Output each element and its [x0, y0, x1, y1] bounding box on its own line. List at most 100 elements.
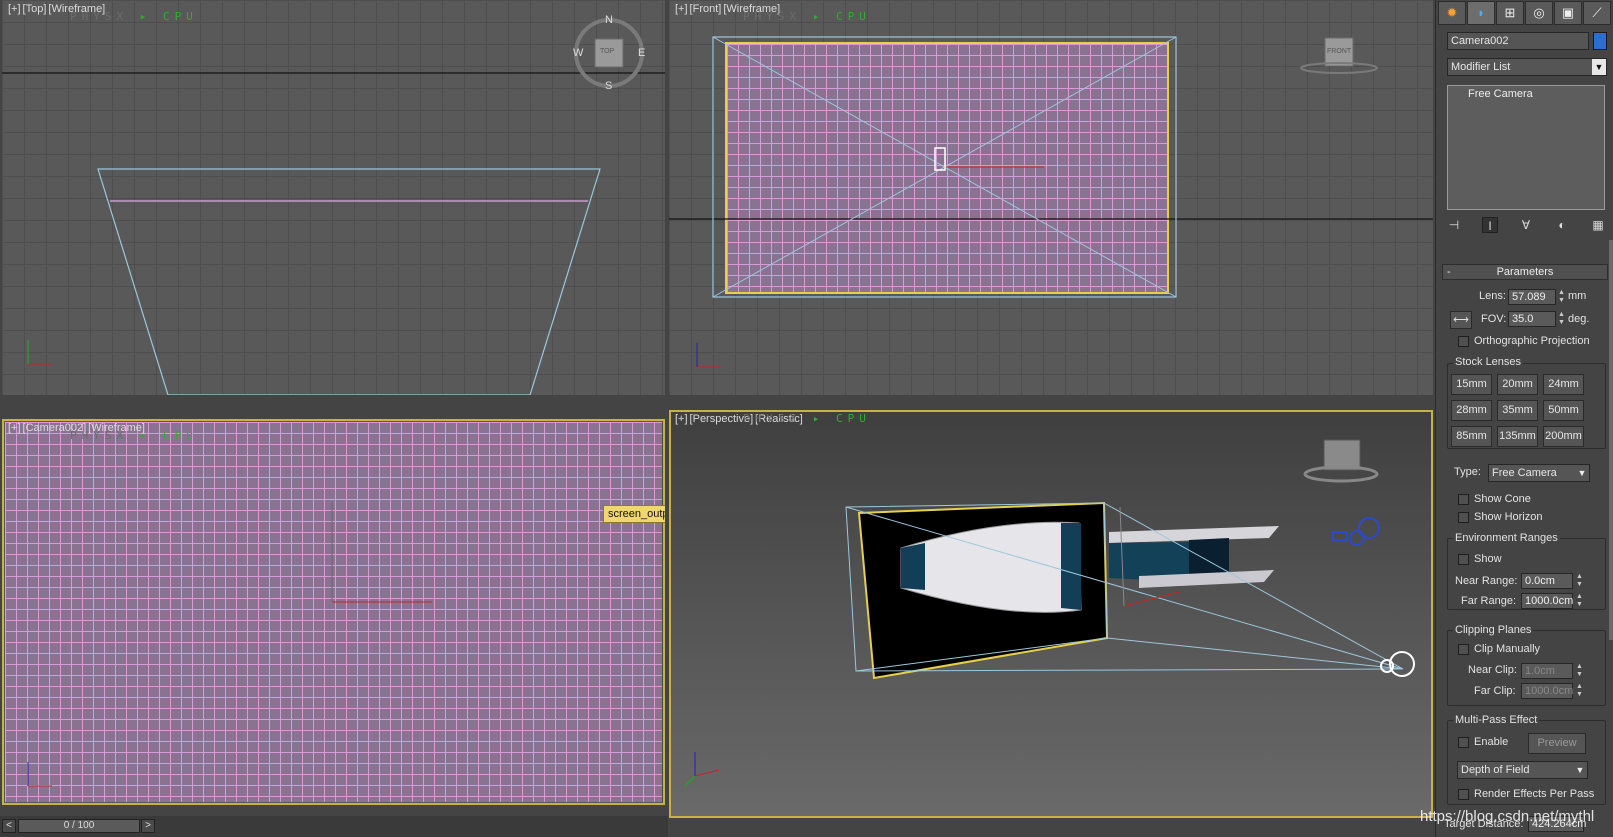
far-range-spinner-arrows[interactable]: ▲ ▼: [1575, 593, 1584, 609]
physx-label: PHYSX ▸ CPU: [70, 429, 198, 442]
render-effects-checkbox[interactable]: [1458, 789, 1469, 800]
chevron-down-icon: ▼: [1592, 59, 1606, 75]
far-clip-spinner-arrows[interactable]: ▲ ▼: [1575, 683, 1584, 699]
stock-lenses-title: Stock Lenses: [1453, 356, 1524, 368]
far-range-label: Far Range:: [1461, 595, 1517, 607]
far-clip-spinner[interactable]: 1000.0cm: [1521, 683, 1573, 699]
far-range-spinner[interactable]: 1000.0cm: [1521, 593, 1573, 609]
env-show-label: Show: [1474, 553, 1502, 565]
command-panel: ✹ ◗ ⊞ ◎ ▣ ⟋ Camera002 Modifier List ▼ Fr…: [1435, 0, 1613, 837]
clip-manually-checkbox[interactable]: [1458, 644, 1469, 655]
lens-label: Lens:: [1479, 290, 1506, 302]
parameters-rollout-header[interactable]: - Parameters: [1442, 264, 1608, 280]
near-clip-spinner[interactable]: 1.0cm: [1521, 663, 1573, 679]
configure-modifier-sets-icon[interactable]: ▦: [1590, 217, 1606, 233]
display-tab-icon[interactable]: ▣: [1554, 1, 1582, 25]
front-view-geometry: [669, 36, 1433, 368]
remove-modifier-icon[interactable]: ◐: [1554, 217, 1570, 233]
fov-spinner[interactable]: 35.0: [1508, 311, 1556, 327]
show-cone-label: Show Cone: [1474, 493, 1531, 505]
fov-label: FOV:: [1481, 313, 1507, 325]
chevron-down-icon: ▼: [1573, 762, 1587, 778]
create-tab-icon[interactable]: ✹: [1438, 1, 1466, 25]
viewport-camera[interactable]: [+] [Camera002] [Wireframe] PHYSX ▸ CPU sc…: [2, 419, 665, 805]
viewport-front[interactable]: [+] [Front] [Wireframe] PHYSX ▸ CPU FRONT: [669, 0, 1433, 395]
panel-scrollbar[interactable]: [1609, 240, 1613, 640]
time-slider[interactable]: 0 / 100: [18, 819, 140, 833]
show-horizon-label: Show Horizon: [1474, 511, 1543, 523]
multipass-enable-checkbox[interactable]: [1458, 737, 1469, 748]
clipping-planes-title: Clipping Planes: [1453, 624, 1534, 636]
perspective-view-geometry: [684, 439, 1415, 787]
pin-stack-icon[interactable]: ⊣: [1446, 217, 1462, 233]
render-effects-label: Render Effects Per Pass: [1474, 788, 1595, 800]
clip-manually-label: Clip Manually: [1474, 643, 1541, 655]
compass-s: S: [605, 80, 613, 92]
orthographic-checkbox[interactable]: [1458, 336, 1469, 347]
time-prev-button[interactable]: <: [2, 819, 16, 833]
lens-spinner-arrows[interactable]: ▲ ▼: [1557, 289, 1566, 305]
object-name-tooltip: screen_output: [603, 505, 665, 523]
lens-200mm-button[interactable]: 200mm: [1543, 426, 1584, 447]
hierarchy-tab-icon[interactable]: ⊞: [1496, 1, 1524, 25]
physx-label: PHYSX ▸ CPU: [743, 412, 871, 425]
camera-view-geometry: [27, 502, 432, 787]
top-view-geometry: [2, 18, 665, 395]
show-end-result-icon[interactable]: I: [1482, 217, 1498, 233]
lens-50mm-button[interactable]: 50mm: [1543, 400, 1584, 421]
preview-button[interactable]: Preview: [1528, 733, 1586, 754]
camera-type-dropdown[interactable]: Free Camera ▼: [1488, 464, 1590, 482]
modifier-stack[interactable]: Free Camera: [1447, 85, 1605, 210]
lens-20mm-button[interactable]: 20mm: [1497, 374, 1538, 395]
lens-135mm-button[interactable]: 135mm: [1497, 426, 1538, 447]
motion-tab-icon[interactable]: ◎: [1525, 1, 1553, 25]
near-range-spinner-arrows[interactable]: ▲ ▼: [1575, 573, 1584, 589]
time-next-button[interactable]: >: [141, 819, 155, 833]
object-color-swatch[interactable]: [1593, 32, 1607, 50]
near-clip-label: Near Clip:: [1468, 664, 1517, 676]
near-range-spinner[interactable]: 0.0cm: [1521, 573, 1573, 589]
max-workspace: [+] [Top] [Wireframe] PHYSX ▸ CPU N S E W …: [0, 0, 1613, 837]
near-range-label: Near Range:: [1455, 575, 1518, 587]
show-horizon-checkbox[interactable]: [1458, 512, 1469, 523]
lens-28mm-button[interactable]: 28mm: [1451, 400, 1492, 421]
multipass-effect-dropdown[interactable]: Depth of Field ▼: [1457, 761, 1588, 779]
object-name-field[interactable]: Camera002: [1447, 32, 1589, 50]
environment-ranges-title: Environment Ranges: [1453, 532, 1560, 544]
type-label: Type:: [1454, 466, 1481, 478]
chevron-down-icon: ▼: [1575, 465, 1589, 481]
lens-85mm-button[interactable]: 85mm: [1451, 426, 1492, 447]
command-panel-tabs: ✹ ◗ ⊞ ◎ ▣ ⟋: [1436, 0, 1613, 26]
orthographic-label: Orthographic Projection: [1474, 335, 1590, 347]
viewcube-top[interactable]: TOP: [600, 48, 614, 55]
lens-spinner[interactable]: 57.089: [1508, 289, 1556, 305]
multi-pass-title: Multi-Pass Effect: [1453, 714, 1540, 726]
lens-unit: mm: [1568, 290, 1587, 302]
fov-unit: deg.: [1568, 313, 1590, 325]
multipass-enable-label: Enable: [1474, 736, 1509, 748]
env-show-checkbox[interactable]: [1458, 554, 1469, 565]
near-clip-spinner-arrows[interactable]: ▲ ▼: [1575, 663, 1584, 679]
viewcube-front[interactable]: FRONT: [1327, 48, 1351, 55]
physx-label: PHYSX ▸ CPU: [70, 10, 198, 23]
show-cone-checkbox[interactable]: [1458, 494, 1469, 505]
compass-e: E: [638, 47, 646, 59]
fov-direction-icon[interactable]: ⟷: [1450, 311, 1472, 329]
time-slider-bar: < 0 / 100 >: [0, 816, 668, 837]
physx-label: PHYSX ▸ CPU: [743, 10, 871, 23]
modify-tab-icon[interactable]: ◗: [1467, 1, 1495, 25]
make-unique-icon[interactable]: ∀: [1518, 217, 1534, 233]
lens-35mm-button[interactable]: 35mm: [1497, 400, 1538, 421]
utilities-tab-icon[interactable]: ⟋: [1583, 1, 1611, 25]
stack-toolbar: ⊣ I ∀ ◐ ▦: [1446, 217, 1606, 237]
viewport-top[interactable]: [+] [Top] [Wireframe] PHYSX ▸ CPU N S E W …: [2, 0, 665, 395]
lens-15mm-button[interactable]: 15mm: [1451, 374, 1492, 395]
fov-spinner-arrows[interactable]: ▲ ▼: [1557, 311, 1566, 327]
compass-w: W: [573, 47, 584, 59]
modifier-list-dropdown[interactable]: Modifier List ▼: [1447, 58, 1607, 76]
stack-item-free-camera[interactable]: Free Camera: [1448, 86, 1604, 100]
compass-n: N: [605, 14, 613, 26]
lens-24mm-button[interactable]: 24mm: [1543, 374, 1584, 395]
collapse-icon: -: [1447, 266, 1451, 278]
viewport-perspective[interactable]: [+] [Perspective] [Realistic] PHYSX ▸ CPU: [669, 410, 1433, 818]
